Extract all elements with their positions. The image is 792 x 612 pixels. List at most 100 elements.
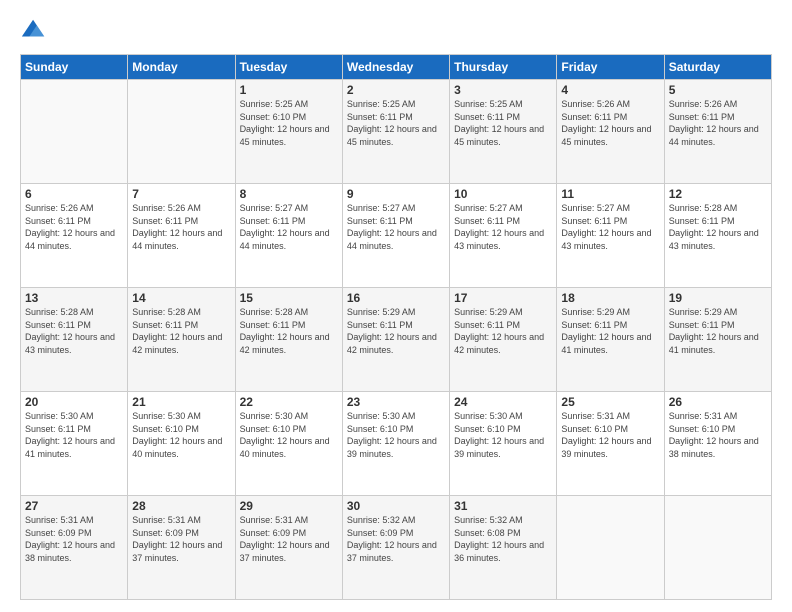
header: [20, 16, 772, 44]
sunrise-text: Sunrise: 5:26 AM: [25, 202, 123, 215]
day-info: Sunrise: 5:27 AMSunset: 6:11 PMDaylight:…: [347, 202, 445, 252]
day-info: Sunrise: 5:27 AMSunset: 6:11 PMDaylight:…: [561, 202, 659, 252]
sunrise-text: Sunrise: 5:30 AM: [347, 410, 445, 423]
sunrise-text: Sunrise: 5:30 AM: [132, 410, 230, 423]
day-number: 18: [561, 291, 659, 305]
calendar-cell: 10Sunrise: 5:27 AMSunset: 6:11 PMDayligh…: [450, 184, 557, 288]
day-number: 2: [347, 83, 445, 97]
calendar-cell: [21, 80, 128, 184]
day-info: Sunrise: 5:30 AMSunset: 6:11 PMDaylight:…: [25, 410, 123, 460]
day-info: Sunrise: 5:30 AMSunset: 6:10 PMDaylight:…: [347, 410, 445, 460]
calendar-cell: 23Sunrise: 5:30 AMSunset: 6:10 PMDayligh…: [342, 392, 449, 496]
daylight-text: Daylight: 12 hours and 43 minutes.: [25, 331, 123, 356]
calendar-cell: 4Sunrise: 5:26 AMSunset: 6:11 PMDaylight…: [557, 80, 664, 184]
sunrise-text: Sunrise: 5:31 AM: [669, 410, 767, 423]
day-number: 9: [347, 187, 445, 201]
sunset-text: Sunset: 6:09 PM: [347, 527, 445, 540]
week-row-1: 6Sunrise: 5:26 AMSunset: 6:11 PMDaylight…: [21, 184, 772, 288]
daylight-text: Daylight: 12 hours and 43 minutes.: [669, 227, 767, 252]
sunrise-text: Sunrise: 5:28 AM: [25, 306, 123, 319]
calendar-cell: 6Sunrise: 5:26 AMSunset: 6:11 PMDaylight…: [21, 184, 128, 288]
week-row-2: 13Sunrise: 5:28 AMSunset: 6:11 PMDayligh…: [21, 288, 772, 392]
day-info: Sunrise: 5:26 AMSunset: 6:11 PMDaylight:…: [132, 202, 230, 252]
calendar-cell: 22Sunrise: 5:30 AMSunset: 6:10 PMDayligh…: [235, 392, 342, 496]
day-info: Sunrise: 5:29 AMSunset: 6:11 PMDaylight:…: [561, 306, 659, 356]
day-info: Sunrise: 5:27 AMSunset: 6:11 PMDaylight:…: [240, 202, 338, 252]
week-row-3: 20Sunrise: 5:30 AMSunset: 6:11 PMDayligh…: [21, 392, 772, 496]
daylight-text: Daylight: 12 hours and 39 minutes.: [454, 435, 552, 460]
sunrise-text: Sunrise: 5:28 AM: [669, 202, 767, 215]
calendar-cell: [557, 496, 664, 600]
daylight-text: Daylight: 12 hours and 43 minutes.: [561, 227, 659, 252]
sunrise-text: Sunrise: 5:27 AM: [454, 202, 552, 215]
calendar-header: SundayMondayTuesdayWednesdayThursdayFrid…: [21, 55, 772, 80]
daylight-text: Daylight: 12 hours and 44 minutes.: [669, 123, 767, 148]
sunrise-text: Sunrise: 5:32 AM: [347, 514, 445, 527]
sunset-text: Sunset: 6:11 PM: [454, 111, 552, 124]
daylight-text: Daylight: 12 hours and 42 minutes.: [347, 331, 445, 356]
logo: [20, 16, 52, 44]
daylight-text: Daylight: 12 hours and 43 minutes.: [454, 227, 552, 252]
day-info: Sunrise: 5:30 AMSunset: 6:10 PMDaylight:…: [454, 410, 552, 460]
sunset-text: Sunset: 6:10 PM: [240, 111, 338, 124]
daylight-text: Daylight: 12 hours and 37 minutes.: [347, 539, 445, 564]
sunrise-text: Sunrise: 5:26 AM: [669, 98, 767, 111]
day-number: 7: [132, 187, 230, 201]
day-number: 13: [25, 291, 123, 305]
sunrise-text: Sunrise: 5:26 AM: [561, 98, 659, 111]
daylight-text: Daylight: 12 hours and 45 minutes.: [347, 123, 445, 148]
calendar-cell: 19Sunrise: 5:29 AMSunset: 6:11 PMDayligh…: [664, 288, 771, 392]
day-number: 22: [240, 395, 338, 409]
sunrise-text: Sunrise: 5:28 AM: [132, 306, 230, 319]
day-number: 14: [132, 291, 230, 305]
sunset-text: Sunset: 6:11 PM: [454, 319, 552, 332]
day-info: Sunrise: 5:29 AMSunset: 6:11 PMDaylight:…: [347, 306, 445, 356]
logo-icon: [20, 16, 48, 44]
week-row-0: 1Sunrise: 5:25 AMSunset: 6:10 PMDaylight…: [21, 80, 772, 184]
day-number: 3: [454, 83, 552, 97]
day-info: Sunrise: 5:25 AMSunset: 6:11 PMDaylight:…: [347, 98, 445, 148]
calendar-cell: 14Sunrise: 5:28 AMSunset: 6:11 PMDayligh…: [128, 288, 235, 392]
calendar: SundayMondayTuesdayWednesdayThursdayFrid…: [20, 54, 772, 600]
sunrise-text: Sunrise: 5:26 AM: [132, 202, 230, 215]
daylight-text: Daylight: 12 hours and 44 minutes.: [132, 227, 230, 252]
sunset-text: Sunset: 6:10 PM: [561, 423, 659, 436]
sunrise-text: Sunrise: 5:28 AM: [240, 306, 338, 319]
daylight-text: Daylight: 12 hours and 45 minutes.: [454, 123, 552, 148]
sunset-text: Sunset: 6:11 PM: [25, 215, 123, 228]
calendar-cell: 30Sunrise: 5:32 AMSunset: 6:09 PMDayligh…: [342, 496, 449, 600]
sunset-text: Sunset: 6:10 PM: [132, 423, 230, 436]
day-number: 26: [669, 395, 767, 409]
day-header-monday: Monday: [128, 55, 235, 80]
calendar-cell: 1Sunrise: 5:25 AMSunset: 6:10 PMDaylight…: [235, 80, 342, 184]
day-number: 21: [132, 395, 230, 409]
daylight-text: Daylight: 12 hours and 41 minutes.: [669, 331, 767, 356]
sunset-text: Sunset: 6:11 PM: [669, 215, 767, 228]
day-number: 11: [561, 187, 659, 201]
calendar-body: 1Sunrise: 5:25 AMSunset: 6:10 PMDaylight…: [21, 80, 772, 600]
day-number: 12: [669, 187, 767, 201]
day-info: Sunrise: 5:28 AMSunset: 6:11 PMDaylight:…: [132, 306, 230, 356]
day-number: 16: [347, 291, 445, 305]
day-number: 8: [240, 187, 338, 201]
sunset-text: Sunset: 6:11 PM: [25, 423, 123, 436]
daylight-text: Daylight: 12 hours and 37 minutes.: [240, 539, 338, 564]
calendar-cell: 9Sunrise: 5:27 AMSunset: 6:11 PMDaylight…: [342, 184, 449, 288]
sunset-text: Sunset: 6:11 PM: [240, 319, 338, 332]
day-info: Sunrise: 5:29 AMSunset: 6:11 PMDaylight:…: [454, 306, 552, 356]
sunrise-text: Sunrise: 5:27 AM: [347, 202, 445, 215]
daylight-text: Daylight: 12 hours and 40 minutes.: [240, 435, 338, 460]
sunrise-text: Sunrise: 5:29 AM: [347, 306, 445, 319]
sunset-text: Sunset: 6:10 PM: [454, 423, 552, 436]
calendar-cell: 26Sunrise: 5:31 AMSunset: 6:10 PMDayligh…: [664, 392, 771, 496]
day-header-saturday: Saturday: [664, 55, 771, 80]
sunrise-text: Sunrise: 5:25 AM: [454, 98, 552, 111]
sunset-text: Sunset: 6:11 PM: [669, 111, 767, 124]
calendar-cell: 2Sunrise: 5:25 AMSunset: 6:11 PMDaylight…: [342, 80, 449, 184]
calendar-cell: 7Sunrise: 5:26 AMSunset: 6:11 PMDaylight…: [128, 184, 235, 288]
calendar-cell: 8Sunrise: 5:27 AMSunset: 6:11 PMDaylight…: [235, 184, 342, 288]
sunset-text: Sunset: 6:10 PM: [347, 423, 445, 436]
day-header-thursday: Thursday: [450, 55, 557, 80]
day-info: Sunrise: 5:28 AMSunset: 6:11 PMDaylight:…: [240, 306, 338, 356]
daylight-text: Daylight: 12 hours and 39 minutes.: [347, 435, 445, 460]
